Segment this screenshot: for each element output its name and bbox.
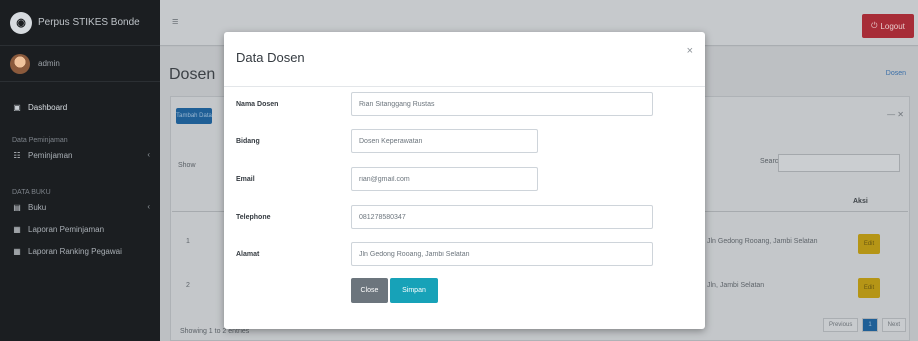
- user-panel[interactable]: admin: [0, 46, 160, 82]
- brand-name: Perpus STIKES Bonde: [38, 17, 140, 28]
- showing-entries: Showing 1 to 2 entries: [180, 328, 250, 335]
- sidebar-item-peminjaman[interactable]: ☷ Peminjaman ‹: [0, 144, 160, 166]
- email-label: Email: [236, 176, 255, 183]
- sidebar-item-label: Peminjaman: [28, 150, 73, 160]
- chevron-left-icon: ‹: [147, 202, 150, 211]
- edit-button[interactable]: Edit: [858, 278, 880, 298]
- save-button[interactable]: Simpan: [390, 278, 438, 303]
- brand[interactable]: ◉ Perpus STIKES Bonde: [0, 0, 160, 46]
- sidebar-header-peminjaman: Data Peminjaman: [12, 137, 68, 144]
- logout-label: Logout: [880, 21, 905, 31]
- sidebar-item-dashboard[interactable]: ▣ Dashboard: [0, 96, 160, 118]
- row-address: Jln, Jambi Selatan: [707, 282, 765, 289]
- hamburger-icon[interactable]: ≡: [172, 16, 178, 28]
- alamat-label: Alamat: [236, 251, 260, 258]
- sidebar-item-laporan-ranking[interactable]: ▦ Laporan Ranking Pegawai: [0, 240, 160, 262]
- avatar: [10, 53, 30, 74]
- close-button[interactable]: Close: [351, 278, 388, 303]
- dashboard-icon: ▣: [13, 102, 21, 112]
- edit-button[interactable]: Edit: [858, 234, 880, 254]
- telephone-label: Telephone: [236, 214, 271, 221]
- sidebar: ◉ Perpus STIKES Bonde admin ▣ Dashboard …: [0, 0, 160, 341]
- book-icon: ▤: [13, 202, 21, 212]
- row-number: 2: [186, 282, 190, 289]
- user-name: admin: [38, 59, 60, 68]
- modal-title: Data Dosen: [236, 50, 305, 65]
- sidebar-header-buku: DATA BUKU: [12, 189, 51, 196]
- email-field[interactable]: [351, 167, 538, 191]
- modal-header: Data Dosen ×: [224, 32, 705, 87]
- alamat-field[interactable]: [351, 242, 653, 266]
- add-data-button[interactable]: Tambah Data: [176, 108, 212, 124]
- telephone-field[interactable]: [351, 205, 653, 229]
- sidebar-item-label: Laporan Ranking Pegawai: [28, 246, 122, 256]
- card-tools[interactable]: — ✕: [887, 110, 904, 119]
- sidebar-item-laporan-peminjaman[interactable]: ▦ Laporan Peminjaman: [0, 218, 160, 240]
- pagination-next[interactable]: Next: [881, 318, 906, 332]
- row-address: Jln Gedong Rooang, Jambi Selatan: [707, 238, 818, 245]
- show-entries-label: Show: [178, 162, 196, 169]
- list-icon: ☷: [13, 150, 21, 160]
- sidebar-item-buku[interactable]: ▤ Buku ‹: [0, 196, 160, 218]
- close-icon[interactable]: ×: [687, 45, 693, 57]
- report-icon: ▦: [13, 224, 21, 234]
- pagination: Previous 1 Next: [822, 318, 906, 332]
- aksi-header: Aksi: [853, 198, 868, 205]
- data-dosen-modal: Data Dosen × Nama Dosen Bidang Email Tel…: [224, 32, 705, 329]
- row-number: 1: [186, 238, 190, 245]
- nama-dosen-field[interactable]: [351, 92, 653, 116]
- search-input[interactable]: [778, 154, 900, 172]
- bidang-field[interactable]: [351, 129, 538, 153]
- report-icon: ▦: [13, 246, 21, 256]
- pagination-previous[interactable]: Previous: [822, 318, 859, 332]
- chevron-left-icon: ‹: [147, 150, 150, 159]
- breadcrumb[interactable]: Dosen: [886, 70, 906, 77]
- logout-icon: ⏻: [871, 21, 878, 30]
- sidebar-item-label: Buku: [28, 202, 47, 212]
- bidang-label: Bidang: [236, 138, 260, 145]
- page-title: Dosen: [169, 66, 216, 83]
- nama-dosen-label: Nama Dosen: [236, 101, 279, 108]
- sidebar-item-label: Laporan Peminjaman: [28, 224, 105, 234]
- pagination-page-1[interactable]: 1: [862, 318, 878, 332]
- sidebar-item-label: Dashboard: [28, 102, 68, 112]
- brand-logo-icon: ◉: [10, 11, 32, 34]
- logout-button[interactable]: ⏻ Logout: [862, 14, 914, 38]
